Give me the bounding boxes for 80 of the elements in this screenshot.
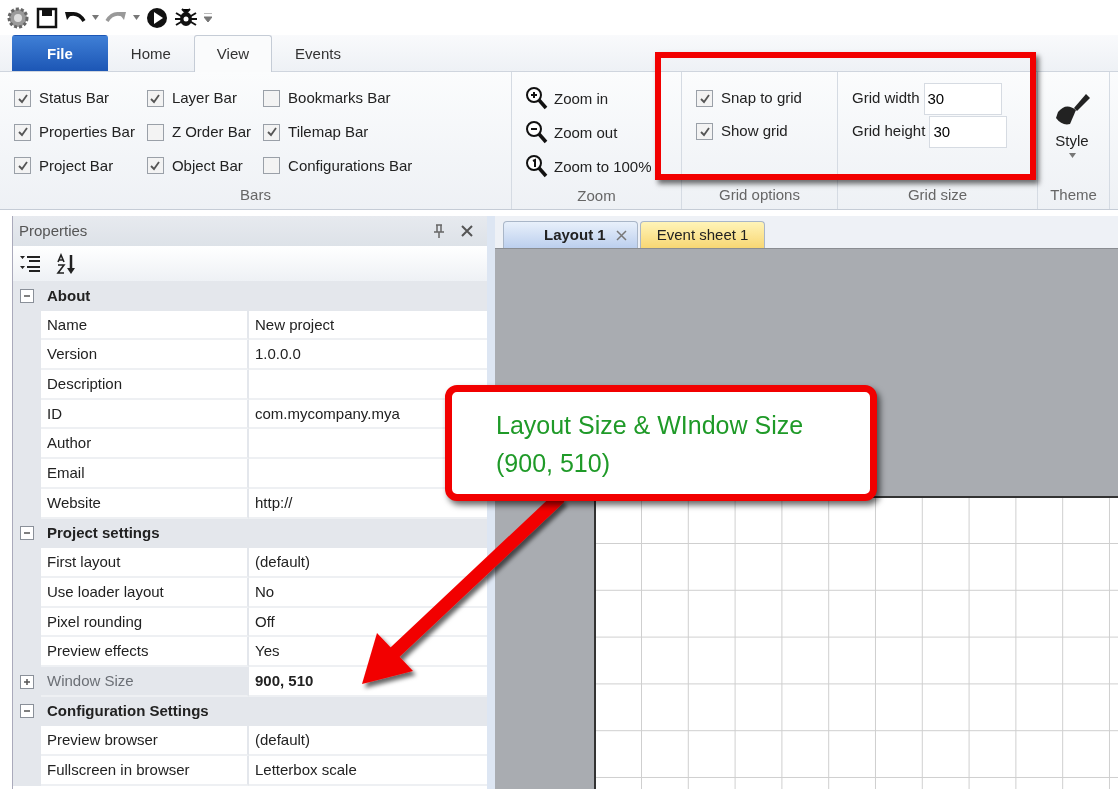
expand-toggle[interactable] <box>20 288 34 303</box>
zoom-button[interactable]: Zoom out <box>526 116 618 150</box>
category-header: Configuration Settings <box>46 701 209 722</box>
magnifier-icon <box>526 121 548 145</box>
expand-toggle[interactable] <box>20 674 34 689</box>
property-name: Window Size <box>41 666 249 697</box>
property-row[interactable]: Name New project <box>13 310 487 341</box>
property-value: Letterbox scale <box>249 756 487 786</box>
field-label: Grid height <box>852 121 926 142</box>
sort-icon[interactable] <box>55 252 77 275</box>
property-row[interactable]: Use loader layout No <box>13 577 487 608</box>
ribbon-tab[interactable]: Home <box>107 35 194 71</box>
style-button[interactable]: Style <box>1052 90 1092 158</box>
property-row[interactable]: Window Size 900, 510 <box>13 666 487 697</box>
document-tab[interactable]: Layout 1 <box>503 221 638 248</box>
zoom-button[interactable]: Zoom in <box>526 82 609 116</box>
checkbox-label: Status Bar <box>39 88 110 109</box>
checkbox-label: Bookmarks Bar <box>288 88 391 109</box>
checkbox[interactable] <box>14 123 31 141</box>
gear-icon[interactable] <box>6 5 30 30</box>
checkbox[interactable] <box>146 157 164 175</box>
category-row[interactable]: About <box>13 281 487 311</box>
customize-icon[interactable] <box>204 13 212 22</box>
group-label: Grid size <box>906 185 969 205</box>
property-row[interactable]: Fullscreen in browser Letterbox scale <box>13 756 487 786</box>
property-row[interactable]: Version 1.0.0.0 <box>13 340 487 371</box>
close-icon[interactable] <box>461 225 473 237</box>
checkbox[interactable] <box>696 123 713 140</box>
checkbox[interactable] <box>696 90 713 107</box>
checkbox[interactable] <box>263 157 281 175</box>
play-icon[interactable] <box>146 6 168 29</box>
expand-toggle[interactable] <box>20 526 34 541</box>
category-header: Project settings <box>46 523 160 544</box>
group-label: Theme <box>1049 185 1098 205</box>
callout-tooltip: Layout Size & WIndow Size (900, 510) <box>445 385 877 501</box>
checkbox-label: Properties Bar <box>39 121 135 142</box>
save-icon[interactable] <box>36 6 58 29</box>
checkbox[interactable] <box>146 90 164 107</box>
caret-icon[interactable] <box>92 15 99 20</box>
checkbox-label: Show grid <box>721 121 788 142</box>
category-row[interactable]: Project settings <box>13 518 487 549</box>
checkbox-label: Snap to grid <box>721 88 802 109</box>
document-tab[interactable]: Event sheet 1 <box>639 221 766 248</box>
checkbox-label: Configurations Bar <box>288 155 413 176</box>
magnifier-icon <box>526 87 548 111</box>
checkbox-label: Object Bar <box>171 155 243 176</box>
bug-icon[interactable] <box>174 6 198 29</box>
checkbox-label: Project Bar <box>39 155 114 176</box>
checkbox[interactable] <box>146 123 164 141</box>
group-label: Grid options <box>718 185 801 205</box>
caret-icon[interactable] <box>133 15 140 20</box>
close-icon[interactable] <box>615 229 627 241</box>
checkbox[interactable] <box>263 123 281 141</box>
category-header: About <box>46 285 91 306</box>
checkbox[interactable] <box>14 90 31 107</box>
checkbox[interactable] <box>263 90 281 107</box>
zoom-button[interactable]: Zoom to 100% <box>526 150 652 184</box>
property-row[interactable]: Preview browser (default) <box>13 726 487 756</box>
expand-toggle[interactable] <box>20 704 34 719</box>
checkbox-label: Layer Bar <box>171 88 237 109</box>
category-row[interactable]: Configuration Settings <box>13 696 487 727</box>
pin-icon[interactable] <box>433 224 445 238</box>
caret-icon <box>1068 152 1076 158</box>
checkbox[interactable] <box>14 157 31 175</box>
checkbox-label: Z Order Bar <box>171 121 252 142</box>
group-label: Bars <box>239 185 272 205</box>
ribbon-tab[interactable]: File <box>12 35 108 71</box>
checkbox-label: Tilemap Bar <box>288 121 369 142</box>
ribbon-tab[interactable]: View <box>193 35 273 72</box>
property-name: Fullscreen in browser <box>41 756 249 786</box>
panel-title: Properties <box>19 220 88 241</box>
property-row[interactable]: Website http:// <box>13 488 487 519</box>
group-label: Zoom <box>576 186 617 206</box>
text-field[interactable]: 30 <box>923 82 1002 115</box>
ribbon-tab[interactable]: Events <box>272 35 364 71</box>
field-label: Grid width <box>852 88 920 109</box>
magnifier-icon <box>526 155 548 179</box>
text-field[interactable]: 30 <box>929 115 1008 148</box>
property-row[interactable]: Preview effects Yes <box>13 637 487 667</box>
property-row[interactable]: First layout (default) <box>13 548 487 578</box>
